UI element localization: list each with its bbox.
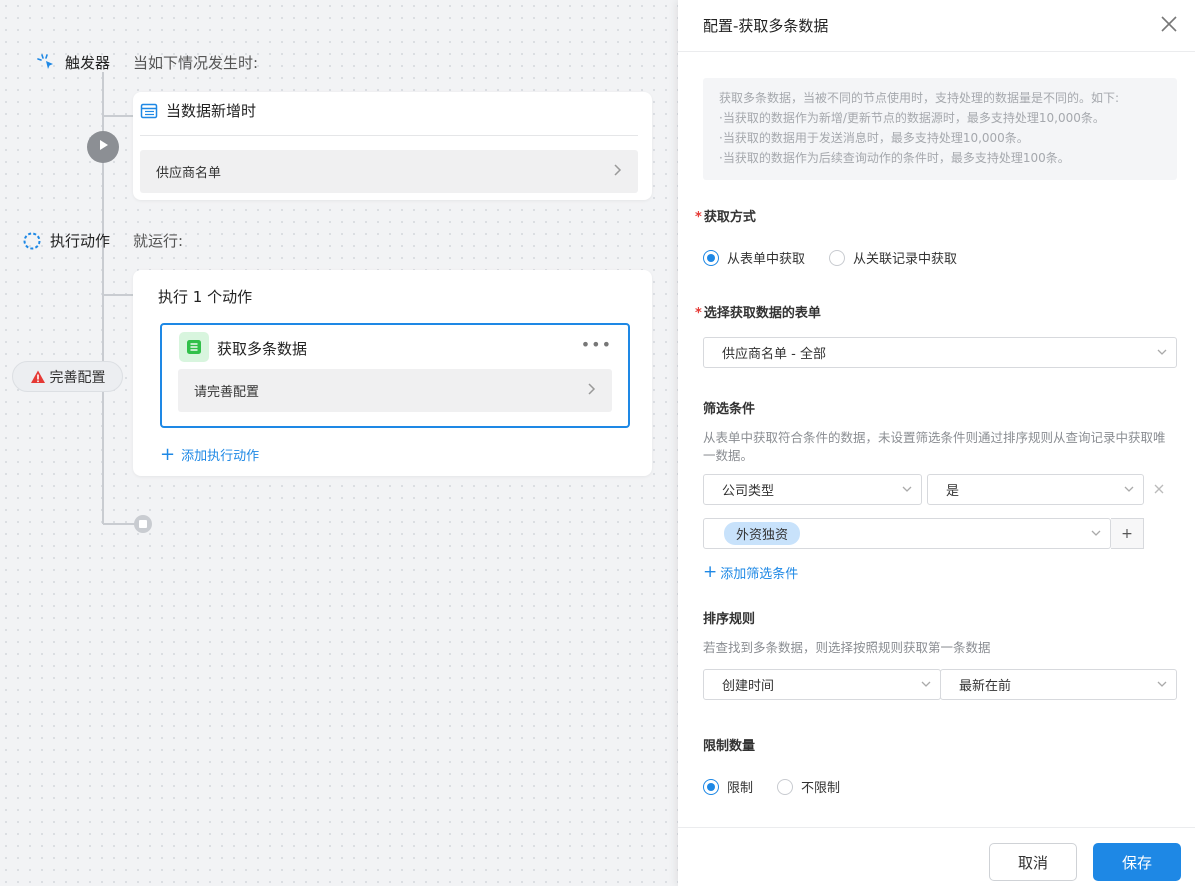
source-table-text: 选择获取数据的表单 [703,306,821,321]
chevron-right-icon [612,162,622,181]
radio-checked-icon [703,778,719,795]
filter-description: 从表单中获取符合条件的数据，未设置筛选条件则通过排序规则从查询记录中获取唯一数据… [703,430,1166,463]
flow-connector [103,523,135,525]
radio-label: 从表单中获取 [727,252,806,267]
chevron-down-icon [901,483,913,495]
action-stage-label: 执行动作 [22,230,110,251]
panel-header: 配置-获取多条数据 [678,0,1195,52]
source-table-value: 供应商名单 - 全部 [722,347,826,362]
radio-from-form[interactable]: 从表单中获取 [703,248,805,267]
trigger-card-title: 当数据新增时 [140,100,256,121]
trigger-stage-label: 触发器 [37,52,110,73]
trigger-sub-label: 当如下情况发生时: [133,54,259,72]
add-action-label: 添加执行动作 [181,449,260,464]
panel-footer: 取消 保存 [678,827,1195,886]
action-label: 执行动作 [50,232,111,250]
complete-config-badge[interactable]: 完善配置 [12,361,123,392]
filter-operator-value: 是 [946,484,960,499]
limit-radio-group: 限制 不限制 [703,777,864,796]
filter-operator-select[interactable]: 是 [927,474,1144,505]
plus-icon: + [160,443,176,465]
loading-spinner-icon [22,231,42,251]
limit-label: 限制数量 [703,739,756,754]
action-card: 执行 1 个动作 获取多条数据 ••• 请完善配置 + 添加执行动作 [133,270,652,476]
chevron-down-icon [1090,527,1102,539]
save-button[interactable]: 保存 [1093,843,1181,881]
radio-no-limit[interactable]: 不限制 [777,777,840,796]
add-filter-label: 添加筛选条件 [720,567,799,582]
filter-value-tag[interactable]: 外资独资 [724,522,801,545]
trigger-source-label: 供应商名单 [156,166,222,181]
sort-label: 排序规则 [703,612,756,627]
chevron-right-icon [586,381,596,400]
plus-icon: + [703,562,718,582]
action-config-hint: 请完善配置 [194,385,260,400]
source-table-select[interactable]: 供应商名单 - 全部 [703,337,1177,368]
list-data-icon [179,332,209,362]
cursor-click-icon [37,53,57,73]
add-filter-button[interactable]: + 添加筛选条件 [703,562,799,583]
radio-unchecked-icon [777,778,794,795]
radio-unchecked-icon [829,249,846,266]
remove-filter-icon[interactable] [1152,482,1166,496]
chevron-down-icon [1156,678,1168,690]
action-count-label: 执行 1 个动作 [158,288,253,306]
info-line: ·当获取的数据作为新增/更新节点的数据源时，最多支持处理10,000条。 [719,111,1105,125]
warning-icon [30,369,46,385]
filter-label: 筛选条件 [703,402,756,417]
action-item-title: 获取多条数据 [217,340,308,358]
sort-field-value: 创建时间 [722,679,775,694]
radio-from-related[interactable]: 从关联记录中获取 [829,248,957,267]
add-action-button[interactable]: + 添加执行动作 [160,445,259,464]
sort-order-select[interactable]: 最新在前 [940,669,1177,700]
complete-config-label: 完善配置 [49,369,106,386]
info-line: ·当获取的数据用于发送消息时，最多支持处理10,000条。 [719,131,1029,145]
divider [140,135,638,136]
filter-field-value: 公司类型 [722,484,775,499]
radio-label: 限制 [727,781,754,796]
chevron-down-icon [1123,483,1135,495]
sort-field-select[interactable]: 创建时间 [703,669,941,700]
action-item-card[interactable]: 获取多条数据 ••• 请完善配置 [160,323,630,428]
run-play-button[interactable] [87,131,119,163]
required-mark: * [695,306,702,321]
filter-field-select[interactable]: 公司类型 [703,474,922,505]
config-panel: 配置-获取多条数据 获取多条数据，当被不同的节点使用时，支持处理的数据量是不同的… [678,0,1195,886]
fetch-method-label: * 获取方式 [695,206,756,225]
action-config-row[interactable]: 请完善配置 [178,369,612,412]
flow-connector [103,115,133,117]
more-options-icon[interactable]: ••• [581,335,612,354]
flow-connector [103,294,133,296]
fetch-method-radio-group: 从表单中获取 从关联记录中获取 [703,248,981,267]
fetch-method-text: 获取方式 [703,210,756,225]
close-icon[interactable] [1157,12,1181,36]
required-mark: * [695,210,702,225]
radio-checked-icon [703,249,719,266]
add-value-button[interactable]: + [1111,518,1144,549]
play-icon [96,138,110,156]
sort-description: 若查找到多条数据，则选择按照规则获取第一条数据 [703,640,991,655]
trigger-card[interactable]: 当数据新增时 供应商名单 [133,92,652,200]
sort-order-value: 最新在前 [959,679,1012,694]
filter-value-select[interactable]: 外资独资 [703,518,1111,549]
trigger-label: 触发器 [65,54,111,72]
source-table-label: * 选择获取数据的表单 [695,302,821,321]
info-notice: 获取多条数据，当被不同的节点使用时，支持处理的数据量是不同的。如下: ·当获取的… [703,78,1177,180]
chevron-down-icon [1156,346,1168,358]
info-line: ·当获取的数据作为后续查询动作的条件时，最多支持处理100条。 [719,151,1070,165]
table-icon [140,102,158,120]
cancel-button[interactable]: 取消 [989,843,1077,881]
radio-label: 不限制 [801,781,841,796]
trigger-event-label: 当数据新增时 [166,102,257,120]
chevron-down-icon [920,678,932,690]
radio-label: 从关联记录中获取 [853,252,958,267]
trigger-source-row[interactable]: 供应商名单 [140,150,638,193]
panel-title: 配置-获取多条数据 [703,17,829,35]
info-line: 获取多条数据，当被不同的节点使用时，支持处理的数据量是不同的。如下: [719,91,1120,105]
workflow-canvas: 触发器 当如下情况发生时: 当数据新增时 供应商名单 执行动作 就运行: 执行 … [0,0,678,886]
radio-limit[interactable]: 限制 [703,777,753,796]
flow-end-node [134,515,152,533]
action-sub-label: 就运行: [133,232,184,250]
